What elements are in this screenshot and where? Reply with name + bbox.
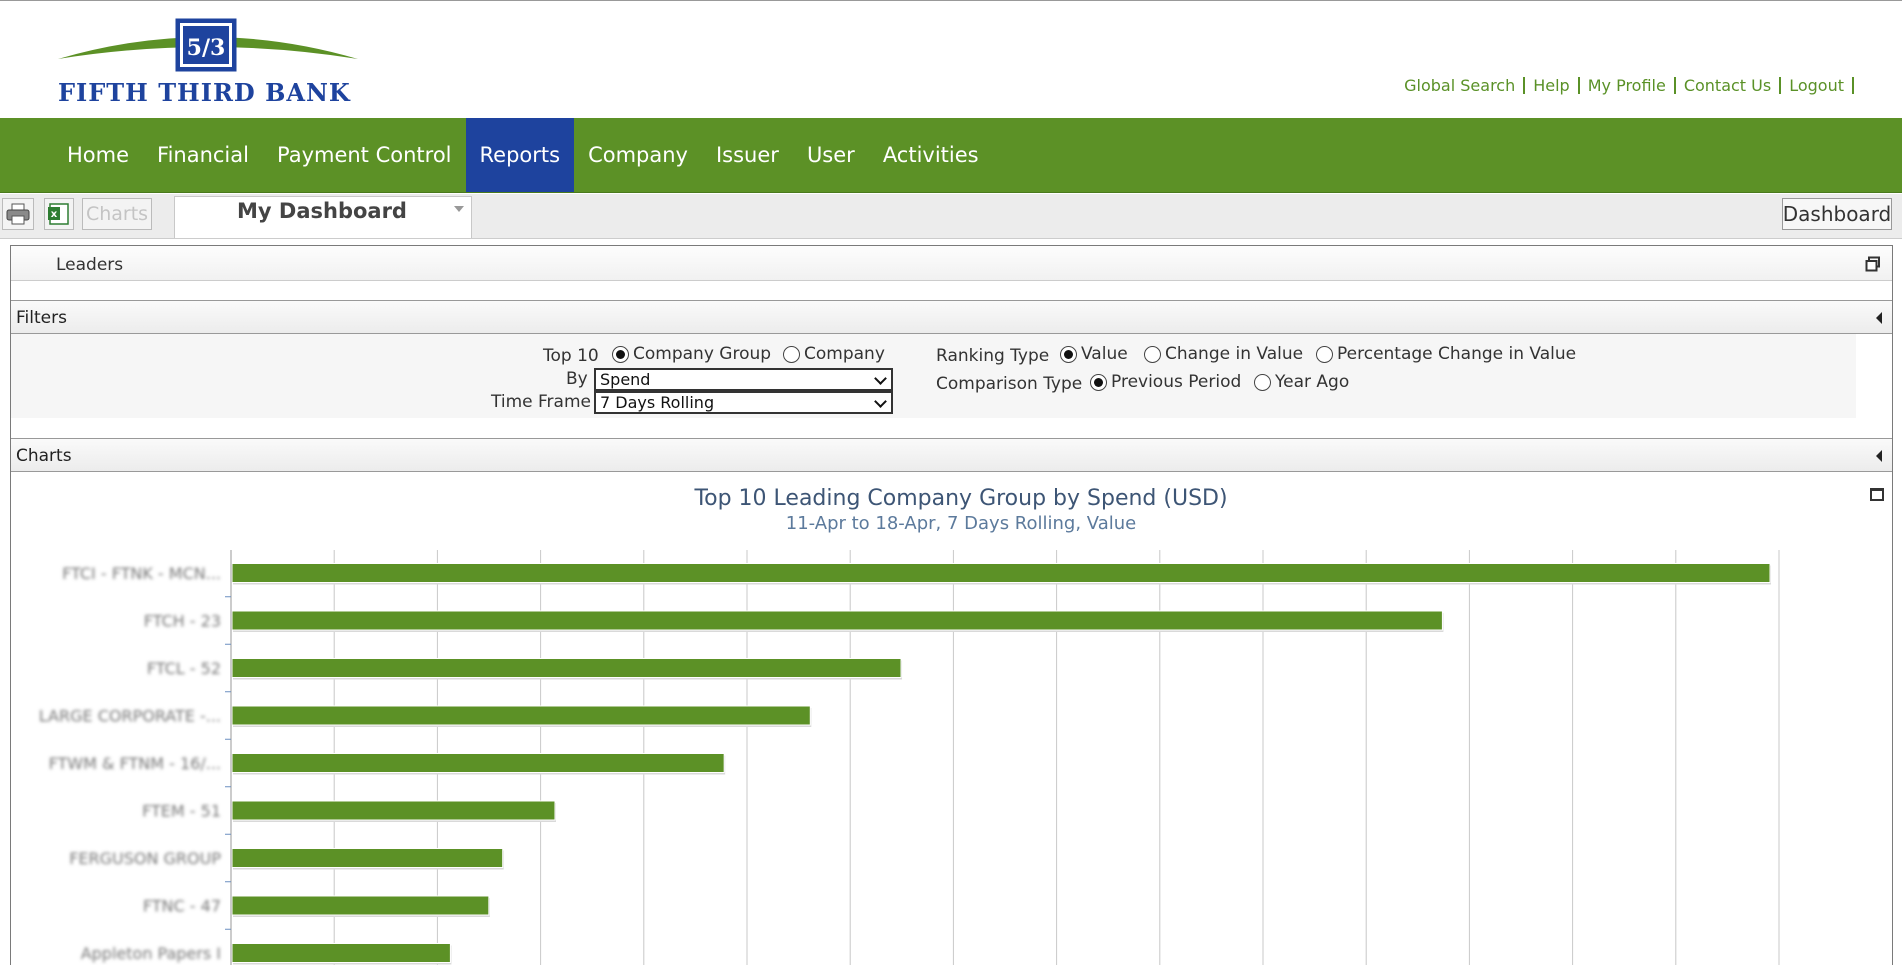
chart-subtitle: 11-Apr to 18-Apr, 7 Days Rolling, Value xyxy=(785,513,1137,534)
export-excel-button[interactable]: x xyxy=(44,198,74,230)
chevron-down-icon xyxy=(874,372,887,385)
radio-dot[interactable] xyxy=(1144,345,1161,363)
charts-button[interactable]: Charts xyxy=(82,198,152,230)
category-label: LARGE CORPORATE -... xyxy=(39,707,221,726)
tab-my-dashboard[interactable]: My Dashboard xyxy=(174,196,472,238)
by-label: By xyxy=(566,369,588,389)
toolbar: x Charts My Dashboard Dashboard xyxy=(0,194,1902,239)
logout-link[interactable]: Logout xyxy=(1781,77,1854,94)
radio-dot-checked[interactable] xyxy=(612,345,629,363)
global-search-link[interactable]: Global Search xyxy=(1396,77,1526,94)
by-select[interactable]: Spend xyxy=(594,368,893,391)
nav-home[interactable]: Home xyxy=(53,118,143,192)
my-profile-link[interactable]: My Profile xyxy=(1580,77,1676,94)
chevron-down-icon xyxy=(874,395,887,408)
print-button[interactable] xyxy=(2,198,34,230)
nav-reports[interactable]: Reports xyxy=(465,118,575,192)
help-link[interactable]: Help xyxy=(1525,77,1580,94)
radio-dot[interactable] xyxy=(1316,345,1333,363)
charts-title: Charts xyxy=(16,446,72,466)
category-label: FTCI - FTNK - MCN... xyxy=(62,564,221,583)
radio-company-group[interactable]: Company Group xyxy=(612,344,771,364)
category-label: FTNC - 47 xyxy=(143,897,221,916)
ranking-type-label: Ranking Type xyxy=(936,346,1050,366)
main-nav: Home Financial Payment Control Reports C… xyxy=(0,118,1902,193)
timeframe-label: Time Frame xyxy=(491,392,591,412)
collapse-arrow-icon[interactable] xyxy=(1876,312,1882,324)
nav-user[interactable]: User xyxy=(793,118,869,192)
bar-3[interactable] xyxy=(231,705,811,726)
nav-company[interactable]: Company xyxy=(574,118,702,192)
top-links: Global Search Help My Profile Contact Us… xyxy=(1396,77,1854,94)
svg-text:5/3: 5/3 xyxy=(187,35,226,61)
radio-dot-checked[interactable] xyxy=(1060,345,1077,363)
radio-dot-checked[interactable] xyxy=(1090,373,1107,391)
radio-change-in-value[interactable]: Change in Value xyxy=(1144,344,1303,364)
header: 5/3 FIFTH THIRD BANK Global Search Help … xyxy=(0,0,1902,118)
leaders-header: Leaders xyxy=(11,246,1892,281)
excel-icon: x xyxy=(48,203,69,225)
radio-dot[interactable] xyxy=(1254,373,1271,391)
radio-previous-period[interactable]: Previous Period xyxy=(1090,372,1241,392)
filters-body: Top 10 Company Group Company By Spend Ti… xyxy=(11,334,1856,418)
leaders-panel: Leaders Filters Top 10 Company Group Com… xyxy=(10,245,1893,965)
category-label: FTWM & FTNM - 16/... xyxy=(49,754,221,773)
nav-financial[interactable]: Financial xyxy=(143,118,263,192)
category-label: FTCL - 52 xyxy=(147,659,221,678)
restore-window-icon[interactable] xyxy=(1865,256,1881,272)
filters-header[interactable]: Filters xyxy=(11,300,1892,334)
svg-text:FIFTH THIRD BANK: FIFTH THIRD BANK xyxy=(58,78,351,107)
contact-us-link[interactable]: Contact Us xyxy=(1676,77,1782,94)
radio-dot[interactable] xyxy=(783,345,800,363)
bar-chart: FTCI - FTNK - MCN... FTCH - 23 FTCL - 52 LA… xyxy=(39,550,1780,965)
tab-label: My Dashboard xyxy=(237,199,407,223)
radio-percentage-change[interactable]: Percentage Change in Value xyxy=(1316,344,1576,364)
bar-6[interactable] xyxy=(231,848,504,868)
category-label: FTEM - 51 xyxy=(142,802,221,821)
category-label: Appleton Papers I xyxy=(81,944,221,963)
leaders-title: Leaders xyxy=(56,255,124,275)
chart-area: FTCI - FTNK - MCN... FTCH - 23 FTCL - 52 LA… xyxy=(11,472,1892,965)
bar-2[interactable] xyxy=(231,658,902,678)
category-label: FTCH - 23 xyxy=(144,612,221,631)
radio-year-ago[interactable]: Year Ago xyxy=(1254,372,1349,392)
timeframe-select[interactable]: 7 Days Rolling xyxy=(594,391,893,414)
charts-header[interactable]: Charts xyxy=(11,438,1892,472)
bar-8[interactable] xyxy=(231,943,451,963)
filters-title: Filters xyxy=(16,308,67,328)
bar-5[interactable] xyxy=(231,800,556,821)
radio-value[interactable]: Value xyxy=(1060,344,1128,364)
radio-company[interactable]: Company xyxy=(783,344,885,364)
category-label: FERGUSON GROUP xyxy=(69,849,221,868)
svg-text:x: x xyxy=(51,209,58,220)
bar-0[interactable] xyxy=(231,563,1771,583)
printer-icon xyxy=(6,203,30,225)
dashboard-button[interactable]: Dashboard xyxy=(1782,198,1892,230)
comparison-type-label: Comparison Type xyxy=(936,374,1083,394)
top-label: Top 10 xyxy=(543,346,599,366)
nav-issuer[interactable]: Issuer xyxy=(702,118,793,192)
bar-1[interactable] xyxy=(231,610,1443,631)
collapse-arrow-icon[interactable] xyxy=(1876,450,1882,462)
tab-dropdown-icon[interactable] xyxy=(454,206,464,212)
bar-7[interactable] xyxy=(231,895,490,916)
chart-title: Top 10 Leading Company Group by Spend (U… xyxy=(694,486,1228,511)
bar-4[interactable] xyxy=(231,753,725,773)
nav-activities[interactable]: Activities xyxy=(869,118,993,192)
maximize-icon[interactable] xyxy=(1870,488,1884,501)
fifth-third-logo[interactable]: 5/3 FIFTH THIRD BANK xyxy=(58,15,358,107)
nav-payment-control[interactable]: Payment Control xyxy=(263,118,466,192)
